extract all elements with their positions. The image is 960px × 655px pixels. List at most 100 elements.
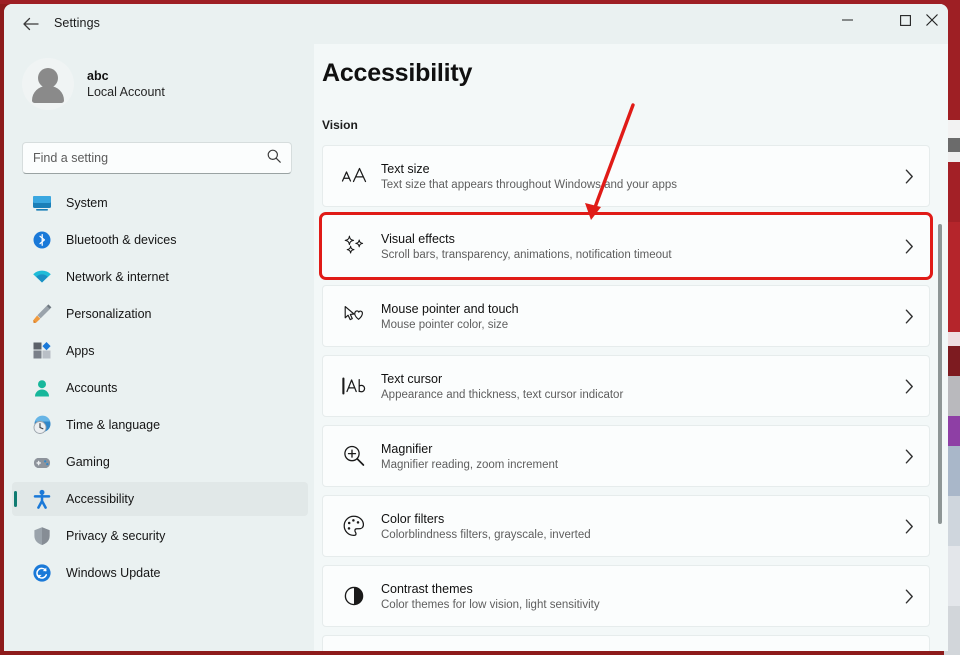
shield-icon	[32, 526, 52, 546]
chevron-right-icon	[889, 379, 929, 394]
wifi-icon	[32, 267, 52, 287]
close-button[interactable]	[916, 4, 948, 36]
mouse-pointer-icon	[339, 304, 369, 328]
setting-card-subtitle: Appearance and thickness, text cursor in…	[381, 388, 624, 401]
setting-card-text: Text size Text size that appears througho…	[381, 162, 889, 191]
setting-card-visual-effects[interactable]: Visual effects Scroll bars, transparency,…	[319, 212, 933, 280]
settings-card-list: Text size Text size that appears througho…	[319, 145, 933, 651]
back-arrow-icon	[23, 17, 39, 31]
avatar-head	[38, 68, 58, 88]
minimize-icon	[841, 19, 853, 21]
monitor-icon	[32, 193, 52, 213]
page-title: Accessibility	[322, 59, 473, 87]
chevron-right-icon	[889, 239, 929, 254]
setting-card-subtitle: Text size that appears throughout Window…	[381, 178, 677, 191]
setting-card-subtitle: Color themes for low vision, light sensi…	[381, 598, 600, 611]
chevron-right-icon	[889, 169, 929, 184]
account-type: Local Account	[87, 85, 165, 99]
sidebar-item-label: Accessibility	[66, 492, 135, 506]
color-palette-icon	[339, 514, 369, 538]
account-name: abc	[87, 69, 109, 83]
setting-card-text-cursor[interactable]: Text cursor Appearance and thickness, tex…	[322, 355, 930, 417]
sidebar-item-bluetooth-devices[interactable]: Bluetooth & devices	[12, 223, 308, 257]
setting-card-title: Color filters	[381, 511, 445, 526]
sidebar-item-label: Accounts	[66, 381, 118, 395]
content-scrollbar[interactable]	[934, 44, 946, 651]
close-icon	[926, 14, 938, 26]
account-block[interactable]: abc Local Account	[22, 58, 165, 110]
setting-card-subtitle: Colorblindness filters, grayscale, inver…	[381, 528, 591, 541]
content-scrollbar-thumb[interactable]	[938, 224, 942, 524]
paintbrush-icon	[32, 304, 52, 324]
sidebar-item-label: Bluetooth & devices	[66, 233, 177, 247]
setting-card-text: Visual effects Scroll bars, transparency,…	[381, 232, 889, 261]
content-pane: Accessibility Vision Text size Text size …	[314, 44, 948, 651]
visual-effects-sparkle-icon	[339, 234, 369, 258]
search-icon	[267, 149, 281, 168]
setting-card-text: Contrast themes Color themes for low visi…	[381, 582, 889, 611]
setting-card-title: Visual effects	[381, 231, 455, 246]
setting-card-magnifier[interactable]: Magnifier Magnifier reading, zoom increme…	[322, 425, 930, 487]
setting-card-title: Text cursor	[381, 371, 443, 386]
clock-globe-icon	[32, 415, 52, 435]
sidebar-item-personalization[interactable]: Personalization	[12, 297, 308, 331]
minimize-button[interactable]	[824, 4, 870, 36]
search-input[interactable]	[33, 151, 267, 165]
contrast-circle-icon	[339, 584, 369, 608]
apps-grid-icon	[32, 341, 52, 361]
sidebar-item-time-language[interactable]: Time & language	[12, 408, 308, 442]
sidebar-item-accounts[interactable]: Accounts	[12, 371, 308, 405]
sidebar-item-privacy-security[interactable]: Privacy & security	[12, 519, 308, 553]
update-refresh-icon	[32, 563, 52, 583]
setting-card-color-filters[interactable]: Color filters Colorblindness filters, gra…	[322, 495, 930, 557]
sidebar: abc Local Account System Bluetooth & devi…	[4, 44, 314, 651]
titlebar: Settings	[4, 4, 948, 44]
back-button[interactable]	[16, 10, 46, 38]
text-size-aa-icon	[339, 165, 369, 187]
sidebar-item-apps[interactable]: Apps	[12, 334, 308, 368]
gamepad-icon	[32, 452, 52, 472]
setting-card-subtitle: Magnifier reading, zoom increment	[381, 458, 559, 471]
section-label: Vision	[322, 118, 358, 132]
person-icon	[32, 378, 52, 398]
magnifier-icon	[339, 444, 369, 468]
sidebar-item-gaming[interactable]: Gaming	[12, 445, 308, 479]
setting-card-text-size[interactable]: Text size Text size that appears througho…	[322, 145, 930, 207]
setting-card-text: Magnifier Magnifier reading, zoom increme…	[381, 442, 889, 471]
text-cursor-icon	[339, 375, 369, 397]
accessibility-person-icon	[32, 489, 52, 509]
sidebar-nav-list: System Bluetooth & devices Network & inter…	[12, 186, 308, 593]
sidebar-selection-indicator	[14, 491, 17, 507]
setting-card-text: Color filters Colorblindness filters, gra…	[381, 512, 889, 541]
setting-card-title: Text size	[381, 161, 430, 176]
settings-window: Settings abc Local Account Find a settin…	[4, 4, 948, 651]
sidebar-item-network-internet[interactable]: Network & internet	[12, 260, 308, 294]
setting-card-text: Mouse pointer and touch Mouse pointer col…	[381, 302, 889, 331]
sidebar-item-label: System	[66, 196, 108, 210]
sidebar-item-windows-update[interactable]: Windows Update	[12, 556, 308, 590]
setting-card-subtitle: Scroll bars, transparency, animations, n…	[381, 248, 672, 261]
setting-card-text: Text cursor Appearance and thickness, tex…	[381, 372, 889, 401]
sidebar-item-label: Apps	[66, 344, 95, 358]
setting-card-partial-next[interactable]	[322, 635, 930, 651]
sidebar-item-accessibility[interactable]: Accessibility	[12, 482, 308, 516]
sidebar-item-label: Windows Update	[66, 566, 161, 580]
avatar	[22, 58, 74, 110]
sidebar-item-label: Privacy & security	[66, 529, 166, 543]
bluetooth-icon	[32, 230, 52, 250]
chevron-right-icon	[889, 589, 929, 604]
account-text: abc Local Account	[87, 69, 165, 99]
chevron-right-icon	[889, 309, 929, 324]
search-box[interactable]	[22, 142, 292, 174]
chevron-right-icon	[889, 519, 929, 534]
setting-card-title: Mouse pointer and touch	[381, 301, 519, 316]
setting-card-mouse-pointer-and-touch[interactable]: Mouse pointer and touch Mouse pointer col…	[322, 285, 930, 347]
sidebar-item-system[interactable]: System	[12, 186, 308, 220]
setting-card-contrast-themes[interactable]: Contrast themes Color themes for low visi…	[322, 565, 930, 627]
sidebar-item-label: Gaming	[66, 455, 110, 469]
setting-card-subtitle: Mouse pointer color, size	[381, 318, 509, 331]
sidebar-item-label: Personalization	[66, 307, 152, 321]
maximize-icon	[899, 14, 911, 26]
avatar-body	[32, 86, 64, 103]
window-title: Settings	[54, 16, 100, 30]
